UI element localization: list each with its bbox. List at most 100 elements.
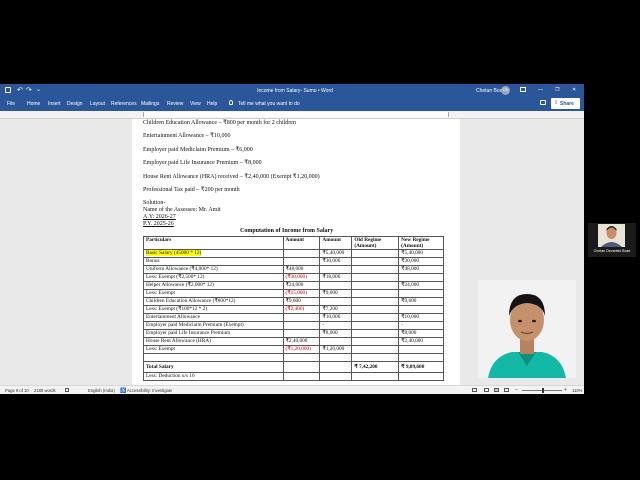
cell-amount-2 xyxy=(319,337,353,346)
cell-particulars: Less: Exempt (₹100*12 * 2) xyxy=(143,305,284,314)
cell-new-regime: ₹5,40,000 xyxy=(398,249,444,258)
cell-new-regime: ₹30,000 xyxy=(398,257,444,266)
total-label: Total Salary xyxy=(143,360,284,373)
cell-blank xyxy=(319,353,353,362)
share-button[interactable]: ⇪ Share xyxy=(551,98,580,109)
cell-amount-1: ₹24,000 xyxy=(282,281,321,290)
participant-tile[interactable]: Chetan Devarishi Bose xyxy=(588,223,636,257)
ribbon-display-icon[interactable] xyxy=(520,87,526,92)
header-old-regime-line2: (Amount) xyxy=(354,243,377,249)
cell-blank xyxy=(351,353,400,362)
cell-new-regime xyxy=(398,273,444,282)
title-bar: ↶ ↷ ⌄ Income from Salary- Sumo • Word Ch… xyxy=(0,84,584,97)
doc-line-professional-tax: Professional Tax paid – ₹200 per month xyxy=(143,187,240,193)
page-count[interactable]: Page 8 of 10 xyxy=(5,388,29,393)
language[interactable]: English (India) xyxy=(88,388,115,393)
minimize-icon[interactable]: — xyxy=(538,87,543,93)
cell-particulars: Employer paid Mediclaim Premium (Exempt) xyxy=(143,321,284,330)
zoom-slider-thumb[interactable] xyxy=(542,388,544,393)
proofing-icon[interactable] xyxy=(65,388,69,392)
table-title: Computation of Income from Salary xyxy=(240,228,334,234)
doc-line-life-insurance: Employer paid Life Insurance Premium – ₹… xyxy=(143,160,262,166)
header-new-regime: New Regime (Amount) xyxy=(398,236,444,250)
cell-amount-2: ₹9,000 xyxy=(319,289,353,298)
cell-amount-2: ₹1,20,000 xyxy=(319,345,353,354)
doc-line-children-education: Children Education Allowance – ₹800 per … xyxy=(143,120,296,126)
zoom-in-icon[interactable]: + xyxy=(564,387,567,393)
autosave-icon[interactable] xyxy=(5,87,11,93)
tell-me-search[interactable]: Tell me what you want to do xyxy=(238,101,300,107)
cell-amount-1: ₹9,600 xyxy=(282,297,321,306)
close-icon[interactable]: ✕ xyxy=(572,87,576,93)
doc-line-hra: House Rent Allowance (HRA) received – ₹2… xyxy=(143,174,320,180)
tab-home[interactable]: Home xyxy=(27,101,40,107)
cell-amount-1 xyxy=(282,321,321,330)
cell-amount-2: ₹8,000 xyxy=(319,329,353,338)
read-mode-icon[interactable] xyxy=(484,388,489,392)
table-row: Entertainment Allowance ₹10,000 ₹10,000 xyxy=(143,313,444,322)
cell-new-regime xyxy=(398,289,444,298)
word-count[interactable]: 2186 words xyxy=(34,388,56,393)
cell-blank xyxy=(282,353,321,362)
cell-blank xyxy=(319,371,353,381)
cell-old-regime xyxy=(351,329,400,338)
cell-old-regime xyxy=(351,281,400,290)
comments-icon[interactable] xyxy=(540,100,546,105)
cell-particulars: Employer paid Life Insurance Premium xyxy=(143,329,284,338)
cell-amount-1: (₹15,000) xyxy=(282,289,321,298)
cell-amount-1 xyxy=(282,249,321,258)
cell-particulars: Bonus xyxy=(143,257,284,266)
restore-icon[interactable]: ❐ xyxy=(555,87,559,93)
table-row: Bonus ₹30,000 ₹30,000 xyxy=(143,257,444,266)
cell-old-regime xyxy=(351,265,400,274)
print-layout-icon[interactable] xyxy=(494,388,499,392)
cell-amount-1 xyxy=(282,257,321,266)
tab-view[interactable]: View xyxy=(190,101,201,107)
accessibility-icon[interactable]: ♿ xyxy=(120,388,126,394)
table-row: Less: Deduction u/s 16 xyxy=(143,371,444,381)
zoom-level[interactable]: 110% xyxy=(572,388,582,393)
header-amount-2: Amount xyxy=(319,236,353,250)
total-old-regime: ₹ 7,42,200 xyxy=(351,360,400,373)
tab-mailings[interactable]: Mailings xyxy=(141,101,159,107)
header-new-regime-line2: (Amount) xyxy=(401,243,424,249)
cell-old-regime xyxy=(351,249,400,258)
zoom-out-icon[interactable]: − xyxy=(515,387,518,393)
presenter-video-icon xyxy=(478,280,576,378)
table-row: Uniform Allowance (₹4,000* 12) ₹48,000 ₹… xyxy=(143,265,444,274)
tab-help[interactable]: Help xyxy=(207,101,217,107)
cell-blank xyxy=(282,371,321,381)
assessment-year: A.Y: 2026-27 xyxy=(143,214,176,220)
income-table[interactable]: Particulars Amount Amount Old Regime (Am… xyxy=(143,236,444,381)
share-label: Share xyxy=(560,101,574,107)
tab-file[interactable]: File xyxy=(7,101,15,107)
table-row: Helper Allowance (₹2,000* 12) ₹24,000 ₹2… xyxy=(143,281,444,290)
tab-layout[interactable]: Layout xyxy=(90,101,105,107)
tab-references[interactable]: References xyxy=(111,101,137,107)
participant-name: Chetan Devarishi Bose xyxy=(593,249,631,253)
document-page[interactable]: Children Education Allowance – ₹800 per … xyxy=(132,119,460,385)
cell-amount-2: ₹7,200 xyxy=(319,305,353,314)
cell-amount-1 xyxy=(282,313,321,322)
cell-particulars: Less: Exempt (₹2,500* 12) xyxy=(143,273,284,282)
table-row: Children Education Allowance (₹800*12) ₹… xyxy=(143,297,444,306)
table-row: Less: Exempt (₹15,000) ₹9,000 xyxy=(143,289,444,298)
cell-new-regime: ₹9,600 xyxy=(398,297,444,306)
status-bar: Page 8 of 10 2186 words English (India) … xyxy=(0,385,584,394)
tab-insert[interactable]: Insert xyxy=(48,101,61,107)
avatar[interactable]: CB xyxy=(501,86,510,95)
redo-icon[interactable]: ↷ xyxy=(26,86,32,94)
tab-review[interactable]: Review xyxy=(167,101,183,107)
focus-icon[interactable] xyxy=(472,388,477,392)
customize-toolbar-icon[interactable]: ⌄ xyxy=(36,86,41,93)
cell-amount-2 xyxy=(319,265,353,274)
table-row: Employer paid Life Insurance Premium ₹8,… xyxy=(143,329,444,338)
accessibility-status[interactable]: Accessibility: Investigate xyxy=(127,388,172,393)
cell-old-regime xyxy=(351,297,400,306)
cell-particulars: Entertainment Allowance xyxy=(143,313,284,322)
web-layout-icon[interactable] xyxy=(504,388,509,392)
tab-design[interactable]: Design xyxy=(67,101,83,107)
ruler[interactable] xyxy=(0,111,584,119)
cell-new-regime: ₹24,000 xyxy=(398,281,444,290)
undo-icon[interactable]: ↶ xyxy=(17,86,23,94)
